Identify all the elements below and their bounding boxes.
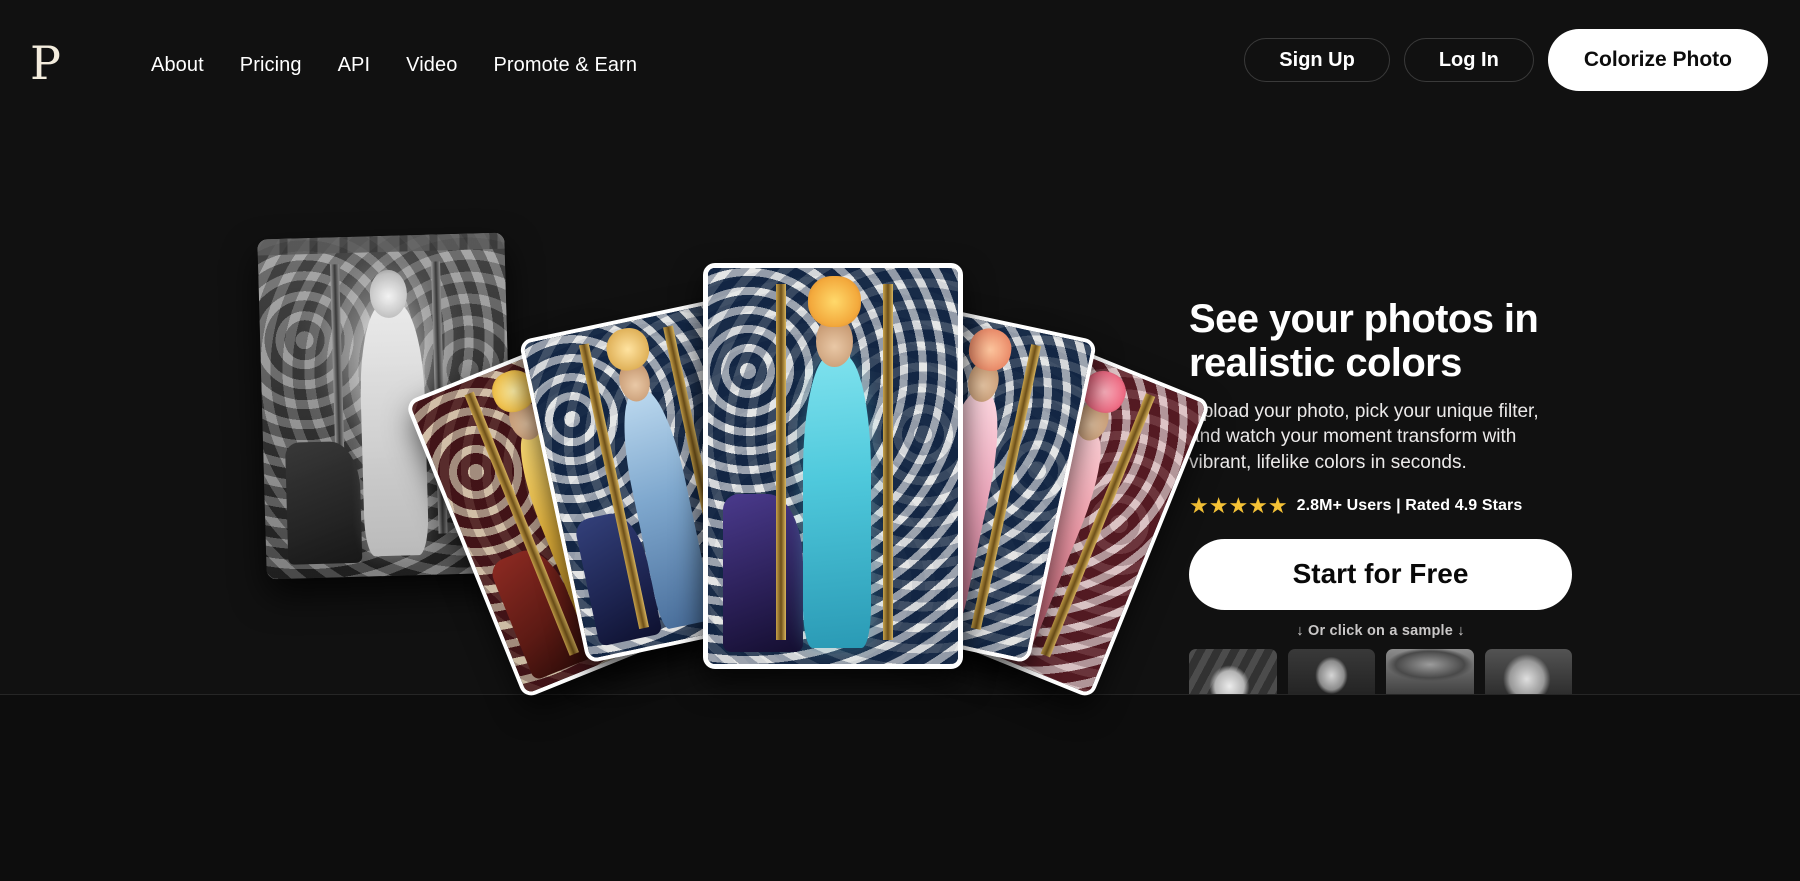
log-in-button[interactable]: Log In <box>1403 38 1534 82</box>
fan-card-center-featured[interactable] <box>703 263 963 669</box>
site-header: P About Pricing API Video Promote & Earn… <box>0 0 1800 118</box>
nav-item-video[interactable]: Video <box>388 50 475 81</box>
rating-text: 2.8M+ Users | Rated 4.9 Stars <box>1296 496 1523 514</box>
colorize-photo-button[interactable]: Colorize Photo <box>1547 29 1768 91</box>
nav-item-promote-earn[interactable]: Promote & Earn <box>475 50 655 81</box>
hero-section: 21+ Color filters See your photos in rea… <box>0 118 1800 726</box>
brand-logo[interactable]: P <box>30 38 74 88</box>
sample-hint-text: ↓ Or click on a sample ↓ <box>1296 622 1465 639</box>
hero-copy-column: See your photos in realistic colors Uplo… <box>1189 297 1589 709</box>
nav-item-pricing[interactable]: Pricing <box>222 50 320 81</box>
star-rating-icons: ★★★★★ <box>1189 492 1288 518</box>
header-actions: Sign Up Log In Colorize Photo <box>1244 29 1768 91</box>
sign-up-button[interactable]: Sign Up <box>1244 38 1390 82</box>
trusted-by-footer: Trusted in productions for: H HISTORY NE… <box>0 695 1800 881</box>
bw-chair <box>285 440 363 566</box>
page-title: See your photos in realistic colors <box>1189 297 1539 385</box>
main-nav: About Pricing API Video Promote & Earn <box>133 50 655 81</box>
rating-row: ★★★★★ 2.8M+ Users | Rated 4.9 Stars <box>1189 492 1589 518</box>
nav-item-api[interactable]: API <box>320 50 389 81</box>
colorized-scene-teal <box>708 268 958 664</box>
hero-subhead: Upload your photo, pick your unique filt… <box>1189 401 1539 473</box>
nav-item-about[interactable]: About <box>133 50 222 81</box>
start-for-free-button[interactable]: Start for Free <box>1189 538 1572 610</box>
colorized-card-fan <box>404 236 1212 699</box>
